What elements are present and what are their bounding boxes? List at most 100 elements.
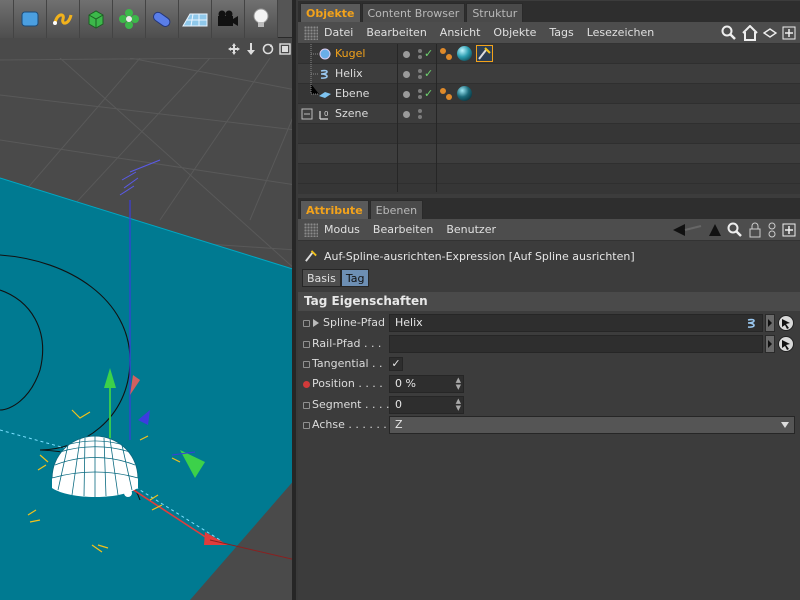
object-name-kugel[interactable]: Kugel: [335, 47, 365, 60]
deformer-tool-button[interactable]: [113, 0, 146, 38]
render-dot[interactable]: [418, 49, 422, 53]
rail-path-link-field[interactable]: [389, 335, 763, 353]
light-tool-button[interactable]: [245, 0, 278, 38]
tab-attribute[interactable]: Attribute: [300, 200, 369, 219]
object-row-szene[interactable]: 0 Szene: [298, 104, 800, 124]
spline-path-pick-button[interactable]: [778, 315, 794, 331]
primitive-tool-button[interactable]: [80, 0, 113, 38]
stepper-arrows-icon[interactable]: ▲ ▼: [456, 377, 461, 391]
stepper-arrows-icon[interactable]: ▲ ▼: [456, 398, 461, 412]
object-row-helix[interactable]: Helix: [298, 64, 800, 84]
phong-tag-icon[interactable]: [439, 87, 453, 101]
render-dot[interactable]: [418, 109, 422, 113]
tab-content-browser[interactable]: Content Browser: [361, 3, 466, 22]
menu-bearbeiten[interactable]: Bearbeiten: [366, 26, 426, 39]
add-panel-icon[interactable]: [782, 223, 796, 237]
rail-path-pick-button[interactable]: [778, 336, 794, 352]
render-dot[interactable]: [418, 89, 422, 93]
render-dot[interactable]: [418, 75, 422, 79]
enabled-check[interactable]: ✓: [424, 47, 433, 60]
render-dot[interactable]: [418, 55, 422, 59]
animate-keyframe-toggle[interactable]: [303, 381, 310, 388]
object-name-helix[interactable]: Helix: [335, 67, 363, 80]
segment-input[interactable]: 0 ▲ ▼: [389, 396, 464, 414]
spline-path-menu-button[interactable]: [765, 314, 775, 332]
nurbs-tool-button[interactable]: [14, 0, 47, 38]
menu-tags[interactable]: Tags: [549, 26, 573, 39]
tab-struktur[interactable]: Struktur: [466, 3, 524, 22]
visibility-dot[interactable]: [403, 51, 410, 58]
render-dot[interactable]: [418, 69, 422, 73]
animate-toggle[interactable]: [303, 422, 310, 429]
menu-lesezeichen[interactable]: Lesezeichen: [587, 26, 655, 39]
camera-tool-button[interactable]: [212, 0, 245, 38]
enabled-check[interactable]: ✓: [424, 87, 433, 100]
material-tag-icon[interactable]: [457, 46, 472, 61]
axis-dropdown[interactable]: Z: [389, 416, 795, 434]
attribute-title-row: Auf-Spline-ausrichten-Expression [Auf Sp…: [298, 245, 800, 267]
generator-tool-button[interactable]: [146, 0, 179, 38]
visibility-dot[interactable]: [403, 111, 410, 118]
grip-icon[interactable]: [304, 222, 318, 237]
material-tag-icon[interactable]: [457, 86, 472, 101]
collapse-toggle-icon[interactable]: [301, 108, 313, 120]
floor-plane[interactable]: [0, 178, 296, 600]
position-input[interactable]: 0 % ▲ ▼: [389, 375, 464, 393]
spline-tool-button[interactable]: [47, 0, 80, 38]
menu-modus[interactable]: Modus: [324, 223, 360, 236]
rail-path-menu-button[interactable]: [765, 335, 775, 353]
visibility-dot[interactable]: [403, 71, 410, 78]
visibility-dot[interactable]: [403, 91, 410, 98]
phong-tag-icon[interactable]: [439, 47, 453, 61]
sphere-icon: [319, 48, 331, 60]
expand-triangle-icon[interactable]: [313, 319, 319, 327]
plane-icon: [319, 92, 331, 98]
up-arrow-icon[interactable]: [708, 223, 722, 237]
spline-path-link-field[interactable]: Helix: [389, 314, 763, 332]
enabled-check[interactable]: ✓: [424, 67, 433, 80]
object-manager-tools: [721, 25, 796, 41]
move-icon[interactable]: [228, 43, 240, 55]
lock-icon[interactable]: [748, 222, 762, 238]
tab-ebenen[interactable]: Ebenen: [369, 200, 424, 219]
object-name-ebene[interactable]: Ebene: [335, 87, 369, 100]
collapse-icon[interactable]: [763, 26, 777, 40]
maximize-icon[interactable]: [279, 43, 291, 55]
object-row-kugel[interactable]: Kugel: [298, 44, 800, 64]
rotate-icon[interactable]: [262, 43, 274, 55]
animate-toggle[interactable]: [303, 341, 310, 348]
tab-objekte[interactable]: Objekte: [300, 3, 361, 22]
add-panel-icon[interactable]: [782, 26, 796, 40]
subtab-basis[interactable]: Basis: [302, 269, 341, 287]
grip-icon[interactable]: [304, 25, 318, 40]
animate-toggle[interactable]: [303, 361, 310, 368]
object-list[interactable]: Kugel Helix Ebene 0 Szene ✓ ✓ ✓: [298, 44, 800, 194]
menu-objekte[interactable]: Objekte: [493, 26, 536, 39]
link-chain-icon[interactable]: [767, 222, 777, 238]
render-dot[interactable]: [418, 95, 422, 99]
home-icon[interactable]: [742, 25, 758, 41]
object-row-ebene[interactable]: Ebene: [298, 84, 800, 104]
panel-divider[interactable]: [292, 0, 296, 600]
menu-datei[interactable]: Datei: [324, 26, 353, 39]
search-icon[interactable]: [721, 25, 737, 41]
tangential-checkbox[interactable]: ✓: [389, 357, 403, 371]
menu-benutzer[interactable]: Benutzer: [446, 223, 496, 236]
property-tangential: Tangential . . ✓: [298, 354, 800, 374]
subtab-tag[interactable]: Tag: [340, 269, 370, 287]
viewport-scene[interactable]: [0, 58, 296, 600]
3d-viewport[interactable]: [0, 0, 296, 600]
search-icon[interactable]: [727, 222, 743, 238]
position-label: Position . . . .: [312, 377, 383, 390]
animate-toggle[interactable]: [303, 320, 310, 327]
menu-bearbeiten-attr[interactable]: Bearbeiten: [373, 223, 433, 236]
render-dot[interactable]: [418, 115, 422, 119]
zoom-icon[interactable]: [245, 43, 257, 55]
object-name-szene[interactable]: Szene: [335, 107, 368, 120]
align-to-spline-tag-icon[interactable]: [476, 45, 493, 62]
main-toolbar: [0, 0, 296, 38]
animate-toggle[interactable]: [303, 402, 310, 409]
environment-tool-button[interactable]: [179, 0, 212, 38]
back-arrow-icon[interactable]: [673, 223, 703, 237]
menu-ansicht[interactable]: Ansicht: [440, 26, 481, 39]
